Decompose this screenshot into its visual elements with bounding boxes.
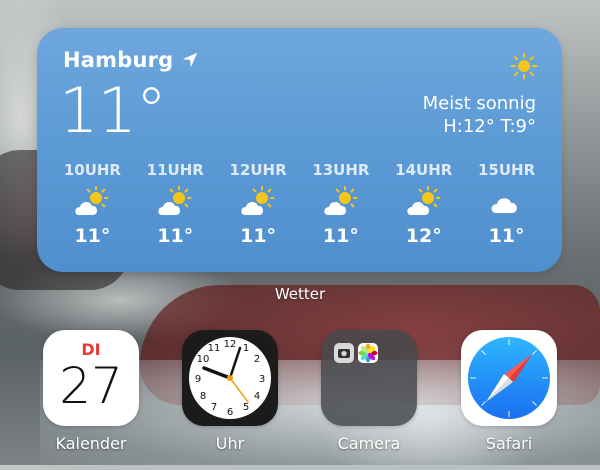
app-label: Uhr [215,434,245,453]
partly-sunny-icon [324,186,358,215]
app-label: Camera [337,434,401,453]
weather-condition-block: Meist sonnig H:12° T:9° [423,92,536,138]
svg-text:3: 3 [259,374,265,385]
partly-sunny-icon [75,186,109,215]
app-safari[interactable]: Safari [461,330,557,453]
hourly-temp: 11° [74,225,111,247]
hourly-time: 12UHR [229,161,287,179]
weather-high-low: H:12° T:9° [443,116,536,137]
app-folder-camera[interactable]: Camera [321,330,417,453]
folder-icon[interactable] [321,330,417,426]
safari-compass [468,337,550,419]
svg-text:10: 10 [197,354,210,365]
hourly-time: 10UHR [63,161,121,179]
hourly-time: 14UHR [395,161,453,179]
app-label: Kalender [55,434,127,453]
svg-text:7: 7 [211,402,217,413]
partly-sunny-icon [241,186,275,215]
weather-condition: Meist sonnig [422,93,536,114]
hourly-item: 14UHR 12° [382,161,465,247]
svg-text:11: 11 [208,343,221,354]
clock-icon[interactable]: 12 1 2 345 678 9 10 11 [182,330,278,426]
hourly-temp: 11° [488,225,525,247]
svg-text:5: 5 [243,402,249,413]
partly-sunny-icon [407,186,441,215]
hourly-temp: 11° [240,225,277,247]
folder-contents [334,343,378,363]
weather-location: Hamburg [63,48,199,72]
app-uhr[interactable]: 12 1 2 345 678 9 10 11 Uhr [182,330,278,453]
cloud-icon [491,198,517,213]
hourly-item: 13UHR 11° [299,161,382,247]
hourly-temp: 12° [405,225,442,247]
hourly-item: 12UHR 11° [217,161,300,247]
hourly-item: 11UHR 11° [134,161,217,247]
app-kalender[interactable]: DI 27 Kalender [43,330,139,453]
calendar-icon[interactable]: DI 27 [43,330,139,426]
hourly-item: 10UHR 11° [51,161,134,247]
weather-current-temp: 11° [59,74,167,147]
hourly-temp: 11° [322,225,359,247]
clock-face: 12 12 345 678 91011 [189,337,271,419]
svg-text:8: 8 [200,391,206,402]
location-arrow-icon [183,52,198,68]
svg-text:6: 6 [227,407,233,418]
hourly-forecast: 10UHR 11° 11UHR 11° 12UHR 11° 13UHR 11° … [51,161,548,247]
hourly-time: 13UHR [312,161,370,179]
hourly-time: 15UHR [477,161,536,179]
partly-sunny-icon [158,186,192,215]
widget-label: Wetter [274,285,326,303]
svg-text:4: 4 [254,391,260,402]
svg-text:12: 12 [224,339,237,350]
weather-widget[interactable]: Hamburg 11° Meist sonnig H:12° T:9° 10UH… [37,28,562,272]
calendar-date: 27 [59,357,123,415]
weather-city: Hamburg [63,48,174,72]
app-label: Safari [485,434,533,453]
hourly-item: 15UHR 11° [465,161,548,247]
svg-text:2: 2 [254,354,260,365]
sun-icon [510,52,538,80]
svg-text:9: 9 [195,374,201,385]
svg-text:1: 1 [243,343,249,354]
hourly-time: 11UHR [146,161,204,179]
hourly-temp: 11° [157,225,194,247]
compass-icon[interactable] [461,330,557,426]
